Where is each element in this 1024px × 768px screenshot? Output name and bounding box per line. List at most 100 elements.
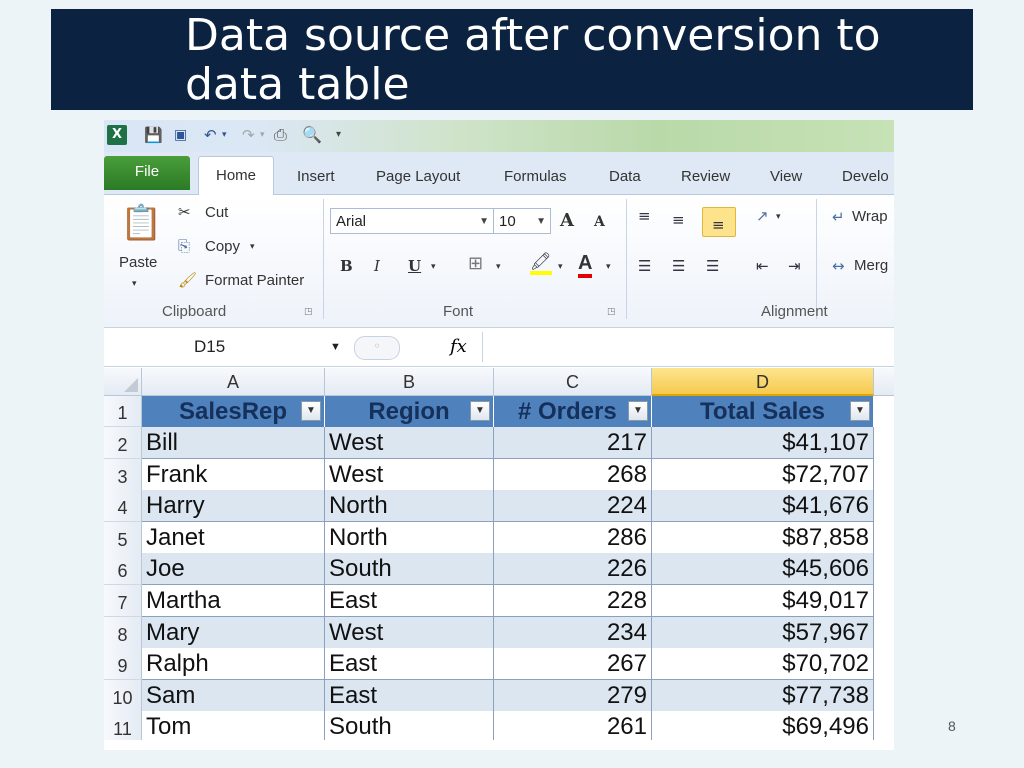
orientation-icon[interactable]: ↗ xyxy=(756,207,769,225)
tab-insert[interactable]: Insert xyxy=(297,162,335,192)
align-middle-icon[interactable]: ≡ xyxy=(672,211,685,229)
cell-region[interactable]: West xyxy=(325,459,494,491)
cell-orders[interactable]: 217 xyxy=(494,427,652,459)
borders-icon[interactable]: ⊞ xyxy=(468,255,483,273)
orientation-dropdown-icon[interactable]: ▾ xyxy=(776,208,781,226)
font-size-combo[interactable]: 10 ▼ xyxy=(493,208,551,234)
cell-salesrep[interactable]: Harry xyxy=(142,490,325,522)
print-preview-icon[interactable]: 🔍 xyxy=(302,125,322,145)
cell-orders[interactable]: 226 xyxy=(494,553,652,585)
underline-button[interactable]: U xyxy=(408,257,421,275)
cut-button[interactable]: Cut xyxy=(205,204,228,221)
grow-font-button[interactable]: A xyxy=(560,210,574,231)
row-header[interactable]: 7 xyxy=(104,585,142,617)
row-header[interactable]: 3 xyxy=(104,459,142,491)
cell-total-sales[interactable]: $69,496 xyxy=(652,711,874,743)
wrap-text-button[interactable]: Wrap xyxy=(852,208,888,225)
formula-expand-icon[interactable]: ◦ xyxy=(354,336,400,360)
redo-dropdown-icon[interactable]: ▾ xyxy=(260,125,265,145)
column-header-e[interactable] xyxy=(874,368,894,396)
select-all-corner[interactable] xyxy=(104,368,142,396)
save-as-icon[interactable]: ▣ xyxy=(174,125,187,145)
fill-color-dropdown-icon[interactable]: ▾ xyxy=(558,258,563,276)
column-header-c[interactable]: C xyxy=(494,368,652,396)
align-right-icon[interactable]: ☰ xyxy=(706,257,719,275)
cell-region[interactable]: South xyxy=(325,711,494,743)
cell-orders[interactable]: 267 xyxy=(494,648,652,680)
cell-region[interactable]: West xyxy=(325,427,494,459)
cell-orders[interactable]: 268 xyxy=(494,459,652,491)
table-header-cell[interactable]: Total Sales ▼ xyxy=(652,396,874,427)
underline-dropdown-icon[interactable]: ▾ xyxy=(431,258,436,276)
font-color-dropdown-icon[interactable]: ▾ xyxy=(606,258,611,276)
table-header-cell[interactable]: SalesRep ▼ xyxy=(142,396,325,427)
cell-orders[interactable]: 279 xyxy=(494,680,652,712)
filter-dropdown-icon[interactable]: ▼ xyxy=(301,401,321,421)
font-color-button[interactable]: A xyxy=(578,252,593,278)
cell-total-sales[interactable]: $41,107 xyxy=(652,427,874,459)
redo-icon[interactable]: ↷ xyxy=(242,125,255,145)
column-header-d[interactable]: D xyxy=(652,368,874,396)
merge-center-icon[interactable]: ↔ xyxy=(832,257,845,275)
column-header-a[interactable]: A xyxy=(142,368,325,396)
font-name-combo[interactable]: Arial ▼ xyxy=(330,208,494,234)
tab-view[interactable]: View xyxy=(770,162,802,192)
increase-indent-icon[interactable]: ⇥ xyxy=(788,257,801,275)
borders-dropdown-icon[interactable]: ▾ xyxy=(496,258,501,276)
tab-data[interactable]: Data xyxy=(609,162,641,192)
filter-dropdown-icon[interactable]: ▼ xyxy=(628,401,648,421)
cell-total-sales[interactable]: $49,017 xyxy=(652,585,874,617)
table-header-cell[interactable]: # Orders ▼ xyxy=(494,396,652,427)
clipboard-launcher-icon[interactable]: ◳ xyxy=(304,307,313,317)
row-header[interactable]: 8 xyxy=(104,617,142,649)
cell-salesrep[interactable]: Frank xyxy=(142,459,325,491)
cell-total-sales[interactable]: $41,676 xyxy=(652,490,874,522)
format-painter-button[interactable]: Format Painter xyxy=(205,272,304,289)
cell-total-sales[interactable]: $72,707 xyxy=(652,459,874,491)
italic-button[interactable]: I xyxy=(374,257,380,275)
row-header[interactable]: 11 xyxy=(104,711,142,743)
row-header[interactable]: 6 xyxy=(104,553,142,585)
row-header[interactable]: 4 xyxy=(104,490,142,522)
row-header[interactable]: 2 xyxy=(104,427,142,459)
merge-center-button[interactable]: Merg xyxy=(854,257,888,274)
insert-function-icon[interactable]: fx xyxy=(450,336,467,357)
cell-total-sales[interactable]: $87,858 xyxy=(652,522,874,554)
row-header[interactable]: 5 xyxy=(104,522,142,554)
tab-file[interactable]: File xyxy=(104,156,190,190)
cell-region[interactable]: North xyxy=(325,522,494,554)
cell-salesrep[interactable]: Tom xyxy=(142,711,325,743)
undo-icon[interactable]: ↶ xyxy=(204,125,217,145)
tab-page-layout[interactable]: Page Layout xyxy=(376,162,460,192)
paste-button[interactable]: Paste xyxy=(119,254,157,271)
copy-dropdown-icon[interactable]: ▾ xyxy=(250,238,255,256)
cell-salesrep[interactable]: Sam xyxy=(142,680,325,712)
cell-orders[interactable]: 234 xyxy=(494,617,652,649)
align-top-icon[interactable]: ≡ xyxy=(638,207,651,225)
cell-orders[interactable]: 228 xyxy=(494,585,652,617)
bold-button[interactable]: B xyxy=(340,257,353,275)
cell-region[interactable]: South xyxy=(325,553,494,585)
name-box[interactable]: D15 ▼ xyxy=(104,332,344,362)
cell-salesrep[interactable]: Janet xyxy=(142,522,325,554)
filter-dropdown-icon[interactable]: ▼ xyxy=(470,401,490,421)
cell-salesrep[interactable]: Bill xyxy=(142,427,325,459)
cell-salesrep[interactable]: Ralph xyxy=(142,648,325,680)
cell-region[interactable]: North xyxy=(325,490,494,522)
paste-icon[interactable]: 📋 xyxy=(120,203,162,243)
align-center-icon[interactable]: ☰ xyxy=(672,257,685,275)
row-header[interactable]: 1 xyxy=(104,396,142,427)
save-icon[interactable]: 💾 xyxy=(144,125,163,145)
format-painter-icon[interactable]: 🖌 xyxy=(178,271,197,289)
cell-orders[interactable]: 286 xyxy=(494,522,652,554)
copy-button[interactable]: Copy xyxy=(205,238,240,255)
decrease-indent-icon[interactable]: ⇤ xyxy=(756,257,769,275)
cell-salesrep[interactable]: Martha xyxy=(142,585,325,617)
row-header[interactable]: 9 xyxy=(104,648,142,680)
copy-icon[interactable]: ⎘ xyxy=(178,237,190,255)
font-launcher-icon[interactable]: ◳ xyxy=(607,307,616,317)
undo-dropdown-icon[interactable]: ▾ xyxy=(222,125,227,145)
tab-review[interactable]: Review xyxy=(681,162,730,192)
cell-orders[interactable]: 261 xyxy=(494,711,652,743)
fill-color-icon[interactable]: 🖍 xyxy=(530,253,552,275)
